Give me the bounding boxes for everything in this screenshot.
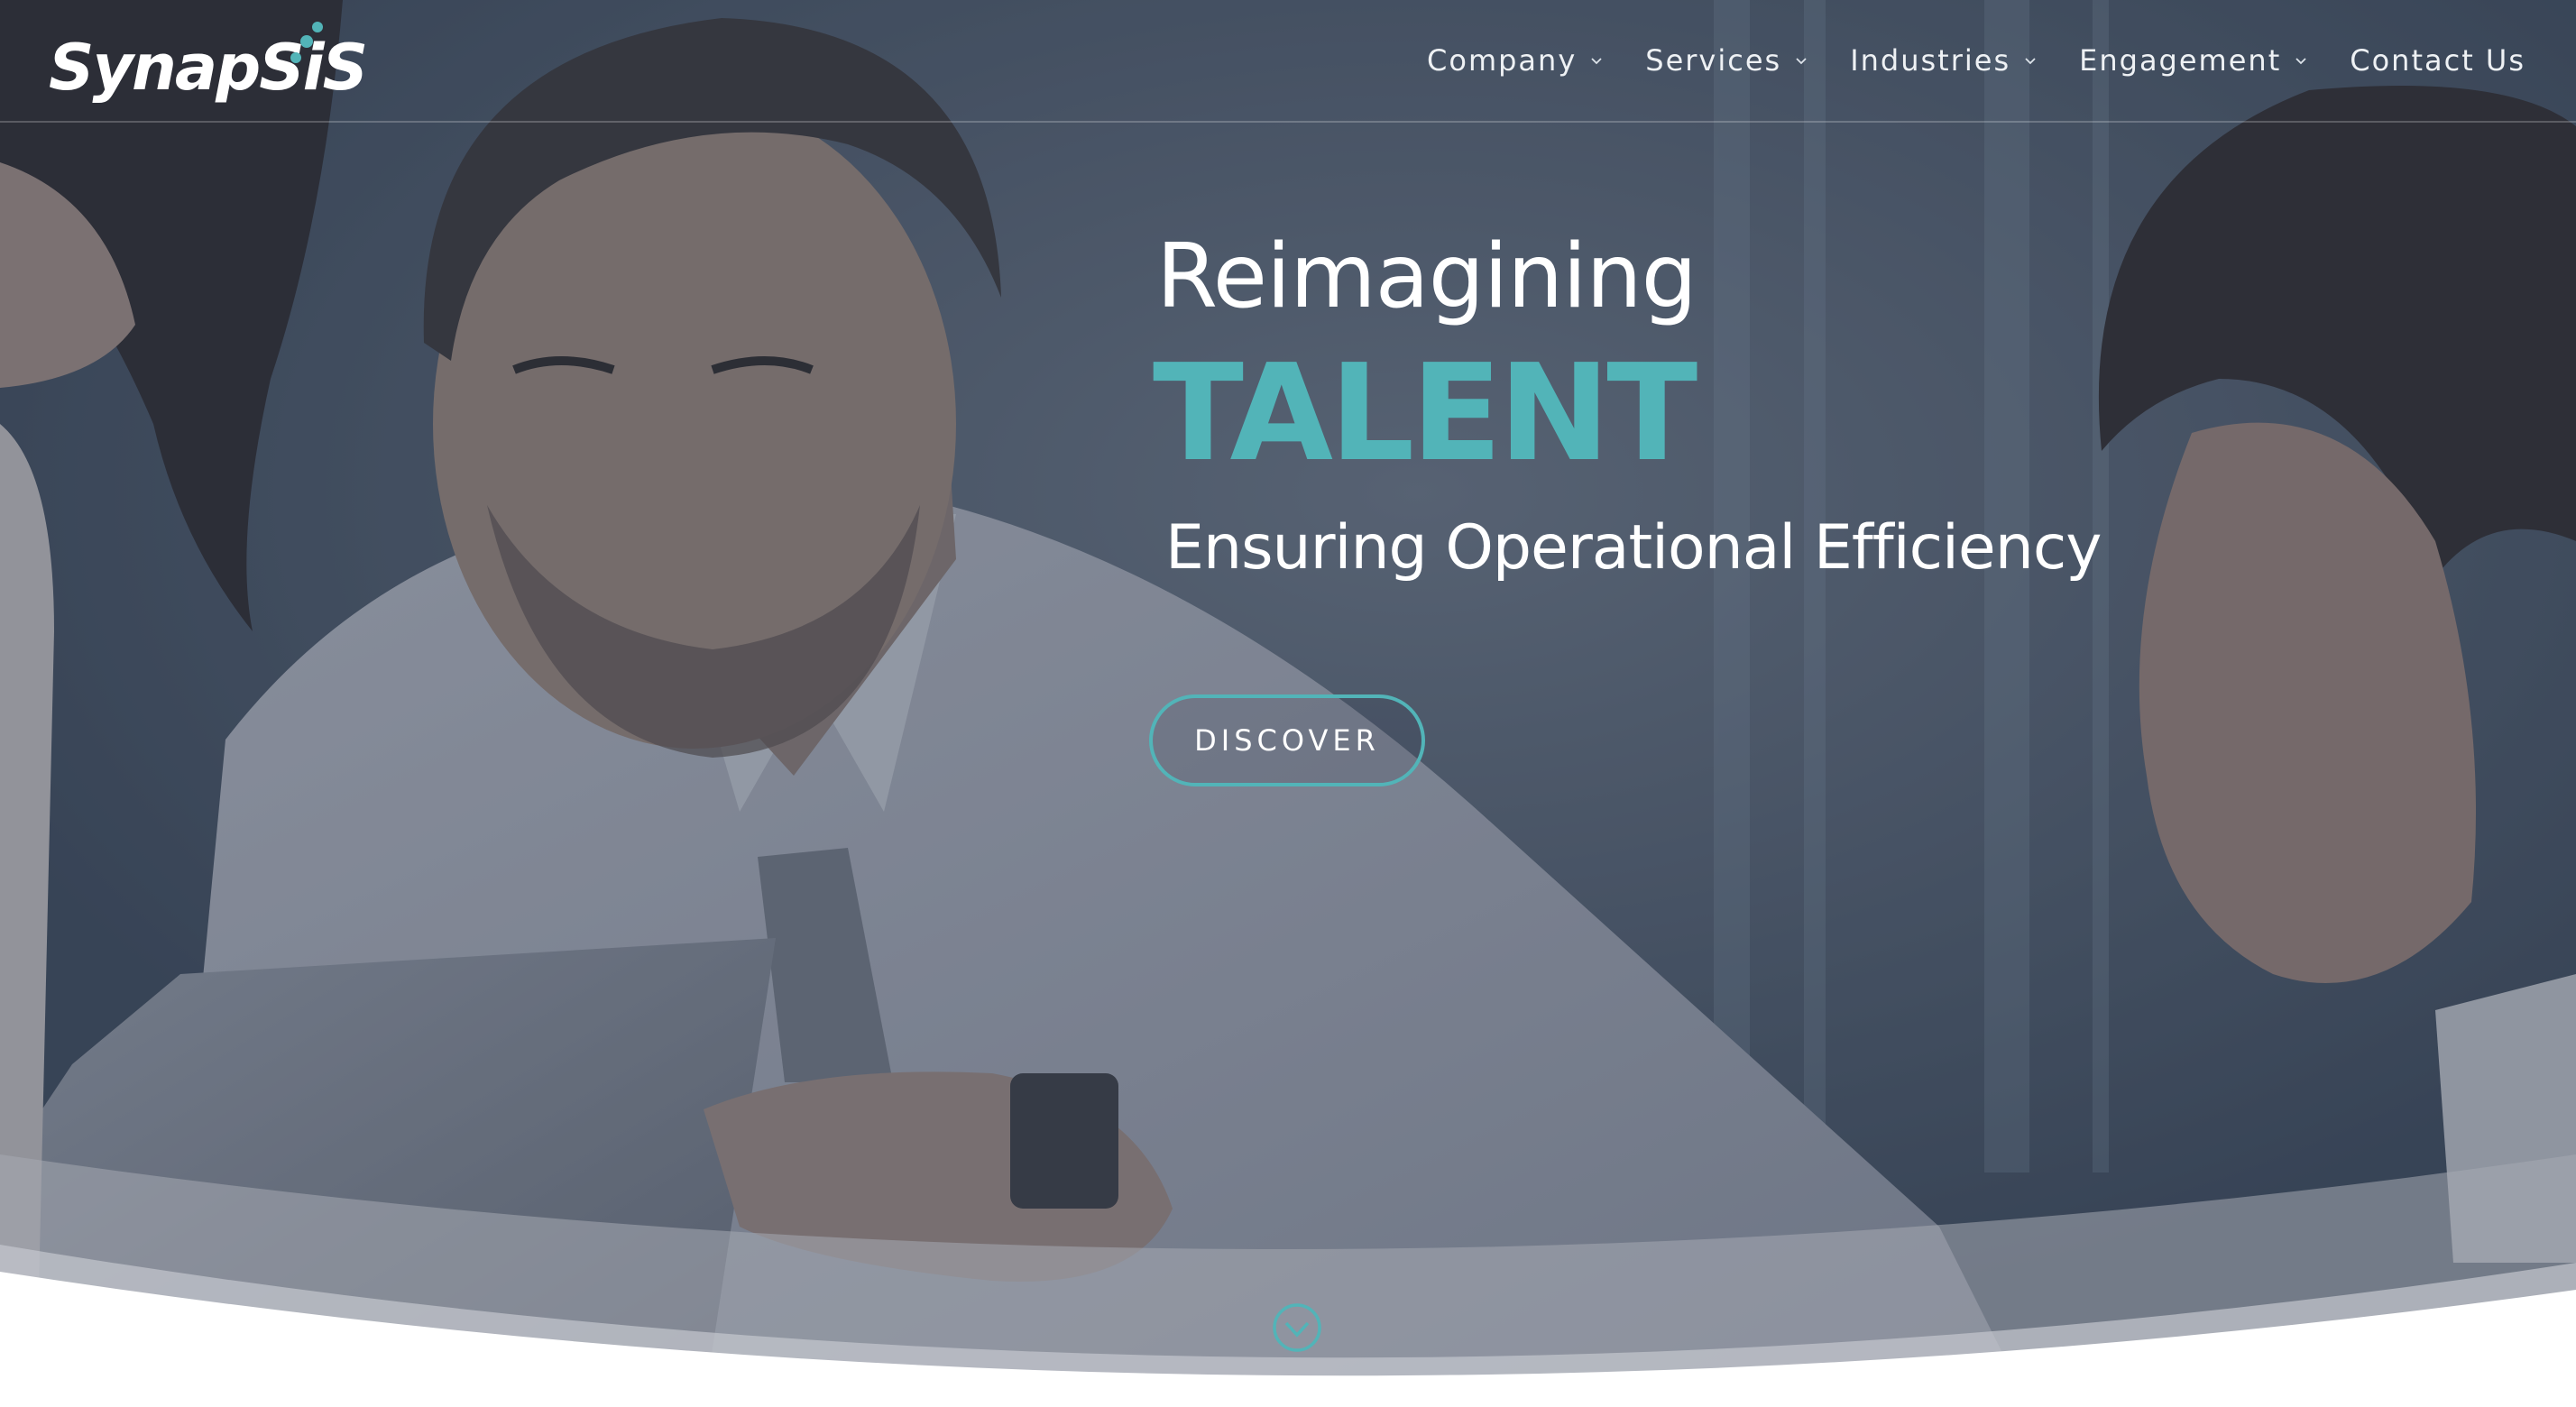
circle-chevron-down-icon[interactable] xyxy=(1272,1302,1322,1353)
nav-item-company[interactable]: Company xyxy=(1427,43,1604,78)
nav-item-label: Industries xyxy=(1850,43,2011,78)
chevron-down-icon xyxy=(1591,58,1602,65)
discover-button[interactable]: DISCOVER xyxy=(1149,694,1425,786)
nav-item-label: Company xyxy=(1427,43,1578,78)
chevron-down-icon xyxy=(2025,58,2036,65)
main-nav: Company Services Industries Engagement C… xyxy=(1427,38,2525,83)
nav-item-engagement[interactable]: Engagement xyxy=(2079,43,2308,78)
nav-item-industries[interactable]: Industries xyxy=(1850,43,2038,78)
hero-heading: TALENT xyxy=(1153,336,1697,491)
chevron-down-icon xyxy=(2295,58,2306,65)
nav-item-label: Services xyxy=(1645,43,1782,78)
dots-icon xyxy=(290,22,323,63)
site-header: SynapSiS Company Services Industries Eng xyxy=(0,0,2576,123)
logo[interactable]: SynapSiS xyxy=(49,22,368,106)
hero-subheading: Ensuring Operational Efficiency xyxy=(1165,512,2102,584)
nav-item-label: Engagement xyxy=(2079,43,2282,78)
nav-item-label: Contact Us xyxy=(2350,43,2525,78)
hero-bottom-wave xyxy=(0,1154,2576,1407)
chevron-down-icon xyxy=(1796,58,1807,65)
nav-item-services[interactable]: Services xyxy=(1645,43,1808,78)
hero-section: SynapSiS Company Services Industries Eng xyxy=(0,0,2576,1407)
nav-item-contact-us[interactable]: Contact Us xyxy=(2350,43,2525,78)
hero-pre-heading: Reimagining xyxy=(1156,225,1697,328)
